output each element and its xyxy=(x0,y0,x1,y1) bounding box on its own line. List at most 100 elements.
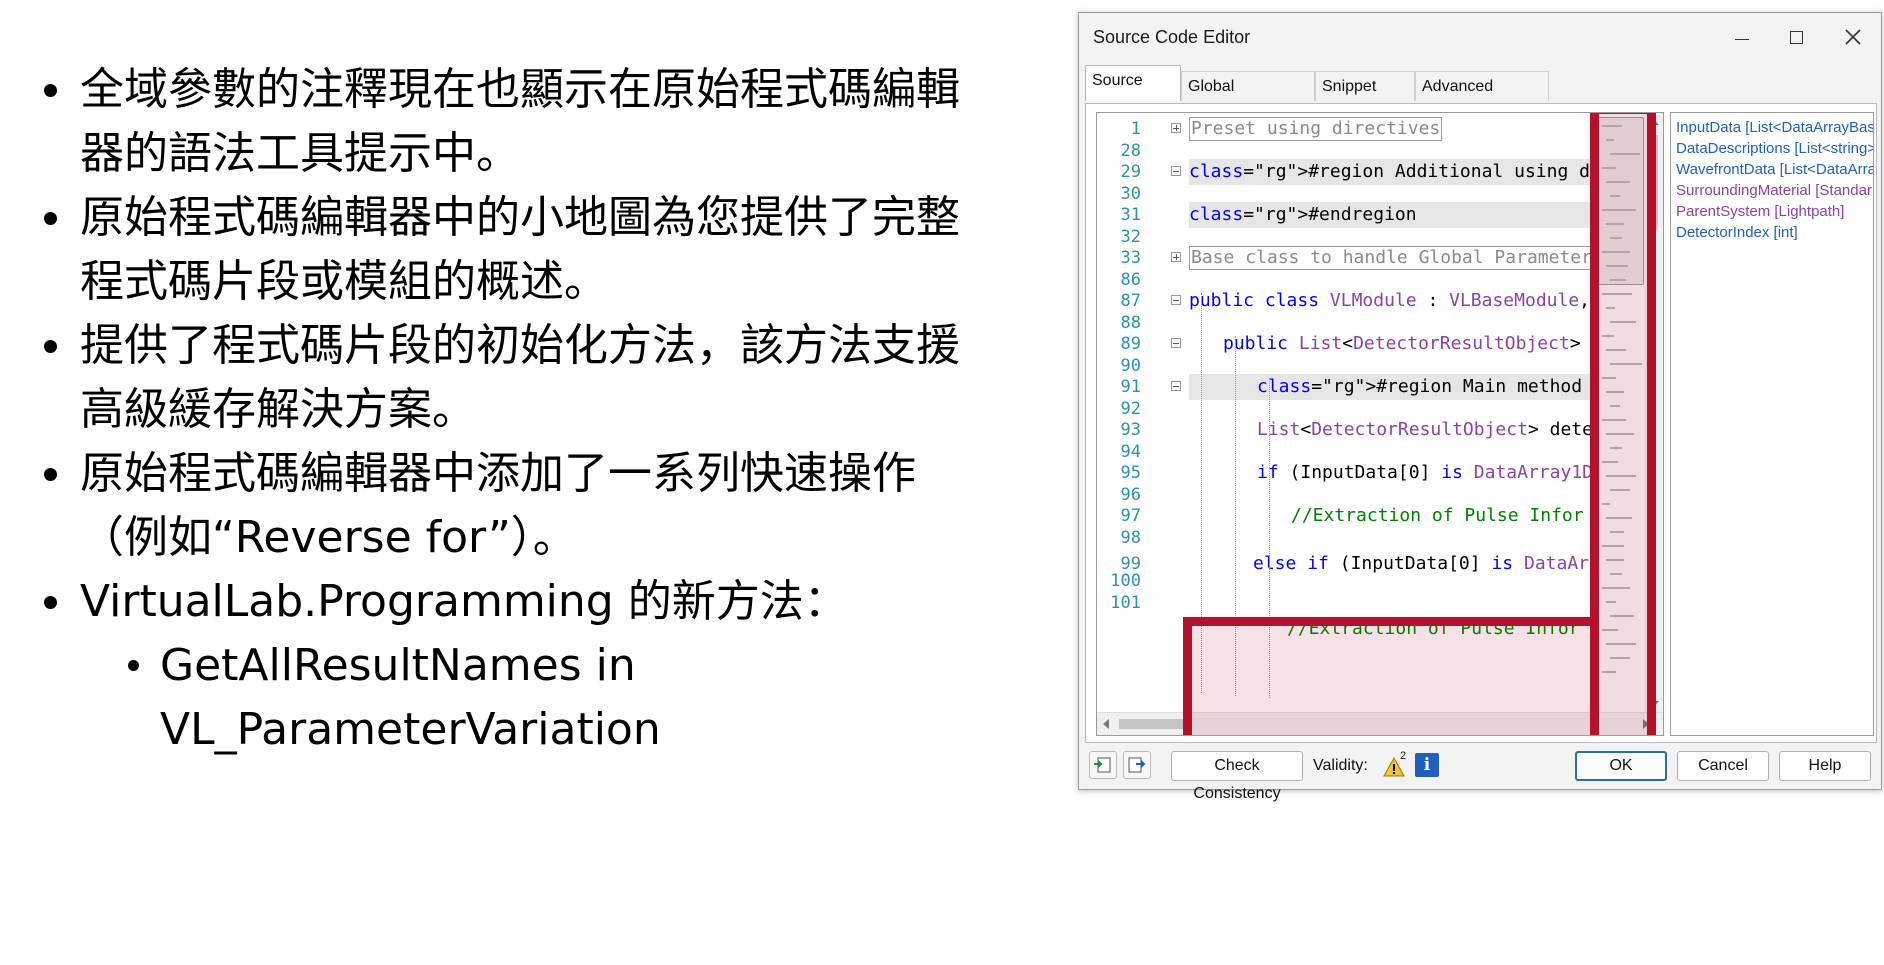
minimap-line xyxy=(1610,657,1630,659)
horizontal-scroll-thumb[interactable] xyxy=(1119,719,1189,729)
line-number: 98 xyxy=(1120,528,1141,548)
collapse-icon[interactable] xyxy=(1171,381,1181,391)
collapse-icon[interactable] xyxy=(1171,338,1181,348)
expand-icon[interactable] xyxy=(1171,123,1181,133)
minimap-line xyxy=(1610,531,1624,533)
parameter-item[interactable]: DataDescriptions [List<string> xyxy=(1676,138,1873,159)
minimap-line xyxy=(1602,503,1610,505)
minimap-line xyxy=(1610,447,1622,449)
scroll-down-icon[interactable] xyxy=(1649,701,1659,707)
tab-strip: Source Code Global Parameters Snippet He… xyxy=(1085,63,1875,125)
minimap-line xyxy=(1606,559,1624,561)
validity-status[interactable]: 2 xyxy=(1383,750,1409,779)
indent-guide xyxy=(1201,293,1202,693)
bottom-toolbar: Check Consistency Validity: 2 i OK Cance… xyxy=(1079,741,1881,802)
indent-guide xyxy=(1269,378,1270,698)
import-snippet-button[interactable] xyxy=(1089,751,1117,779)
minimap-viewport[interactable] xyxy=(1598,117,1644,285)
minimap-line xyxy=(1606,601,1616,603)
minimap-line xyxy=(1602,545,1624,547)
code-line[interactable]: 101 xyxy=(1097,590,1663,616)
code-text: //Extraction of Pulse Infor xyxy=(1287,618,1580,639)
bullet-item: 原始程式碼編輯器中的小地圖為您提供了完整 程式碼片段或模組的概述。 xyxy=(40,186,1030,314)
maximize-button[interactable] xyxy=(1769,17,1825,55)
minimap-line xyxy=(1602,335,1614,337)
minimap-line xyxy=(1606,265,1628,267)
collapse-icon[interactable] xyxy=(1171,295,1181,305)
cancel-button[interactable]: Cancel xyxy=(1677,751,1769,781)
minimap-line xyxy=(1610,405,1620,407)
check-consistency-button[interactable]: Check Consistency xyxy=(1171,751,1303,802)
minimap[interactable] xyxy=(1595,113,1648,713)
code-text-area xyxy=(1189,525,1663,551)
sub-bullet-item: GetAllResultNames in VL_ParameterVariati… xyxy=(124,634,1030,762)
minimap-line xyxy=(1610,153,1640,155)
ok-button[interactable]: OK xyxy=(1575,751,1667,781)
close-icon xyxy=(1845,29,1861,45)
minimap-line xyxy=(1602,125,1622,127)
code-line[interactable]: //Extraction of Pulse Infor xyxy=(1097,616,1663,642)
parameter-item[interactable]: DetectorIndex [int] xyxy=(1676,222,1798,243)
validity-count: 2 xyxy=(1400,750,1407,762)
minimap-line xyxy=(1606,223,1624,225)
minimize-button[interactable] xyxy=(1713,17,1769,55)
minimap-line xyxy=(1606,181,1630,183)
bullet-item: 提供了程式碼片段的初始化方法，該方法支援 高級緩存解決方案。 xyxy=(40,314,1030,442)
minimap-line xyxy=(1606,517,1632,519)
minimap-line xyxy=(1606,433,1634,435)
minimap-line xyxy=(1602,629,1618,631)
horizontal-scrollbar[interactable] xyxy=(1097,712,1663,735)
vertical-scrollbar[interactable] xyxy=(1645,113,1663,713)
import-icon xyxy=(1094,757,1111,773)
tab-snippet-help[interactable]: Snippet Help xyxy=(1315,71,1415,125)
minimap-line xyxy=(1610,363,1642,365)
tab-advanced-settings[interactable]: Advanced Settings xyxy=(1415,71,1549,125)
minimap-line xyxy=(1606,643,1636,645)
parameter-item[interactable]: ParentSystem [Lightpath] xyxy=(1676,201,1844,222)
minimap-line xyxy=(1606,307,1615,309)
bullet-item: 全域參數的注釋現在也顯示在原始程式碼編輯 器的語法工具提示中。 xyxy=(40,58,1030,186)
minimap-line xyxy=(1602,251,1630,253)
minimap-line xyxy=(1610,615,1634,617)
minimap-line xyxy=(1602,377,1616,379)
tab-source-code[interactable]: Source Code xyxy=(1085,65,1181,119)
sub-bullet-list: GetAllResultNames in VL_ParameterVariati… xyxy=(80,634,1030,762)
parameter-item[interactable]: InputData [List<DataArrayBase xyxy=(1676,117,1873,138)
minimap-line xyxy=(1602,587,1630,589)
export-snippet-button[interactable] xyxy=(1123,751,1151,779)
collapse-icon[interactable] xyxy=(1171,166,1181,176)
minimap-line xyxy=(1602,293,1632,295)
help-button[interactable]: Help xyxy=(1779,751,1871,781)
parameter-item[interactable]: SurroundingMaterial [Standar xyxy=(1676,180,1872,201)
scroll-right-icon[interactable] xyxy=(1643,719,1649,729)
source-code-editor-window: Source Code Editor Source Code Global Pa… xyxy=(1078,12,1882,802)
minimap-line xyxy=(1610,573,1622,575)
scroll-left-icon[interactable] xyxy=(1103,719,1109,729)
parameter-item[interactable]: WavefrontData [List<DataArra xyxy=(1676,159,1873,180)
maximize-icon xyxy=(1790,31,1803,44)
title-bar[interactable]: Source Code Editor xyxy=(1079,13,1881,59)
window-title: Source Code Editor xyxy=(1093,27,1251,47)
expand-icon[interactable] xyxy=(1171,252,1181,262)
minimap-line xyxy=(1606,139,1614,141)
code-editor[interactable]: 1 Preset using directives 28 29 class="rg">#… xyxy=(1096,112,1664,736)
tab-global-parameters[interactable]: Global Parameters xyxy=(1181,71,1315,125)
minimap-line xyxy=(1606,475,1636,477)
bullet-item: 原始程式碼編輯器中添加了一系列快速操作 （例如“Reverse for”）。 xyxy=(40,442,1030,570)
code-line[interactable]: 98 xyxy=(1097,525,1663,551)
minimap-line xyxy=(1610,321,1636,323)
minimap-line xyxy=(1606,391,1624,393)
minimap-line xyxy=(1610,489,1630,491)
minimap-line xyxy=(1602,671,1616,673)
indent-guide xyxy=(1235,336,1236,696)
info-icon[interactable]: i xyxy=(1415,753,1439,777)
global-parameter-list[interactable]: InputData [List<DataArrayBase DataDescrip… xyxy=(1670,112,1874,736)
close-button[interactable] xyxy=(1825,17,1881,55)
tab-content: 1 Preset using directives 28 29 class="rg">#… xyxy=(1085,103,1877,743)
minimap-line xyxy=(1606,349,1626,351)
minimap-line xyxy=(1610,195,1620,197)
minimap-line xyxy=(1602,419,1626,421)
scroll-up-icon[interactable] xyxy=(1649,119,1659,125)
scroll-thumb[interactable] xyxy=(1650,135,1658,230)
bullet-item: VirtualLab.Programming 的新方法： GetAllResul… xyxy=(40,570,1030,762)
